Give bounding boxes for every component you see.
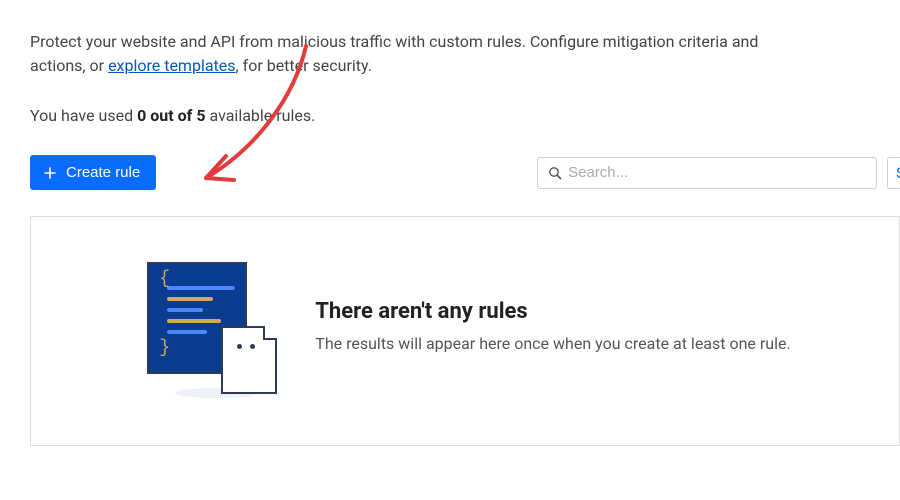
create-rule-button[interactable]: Create rule xyxy=(30,155,156,190)
empty-state-title: There aren't any rules xyxy=(315,299,790,324)
empty-state-text: There aren't any rules The results will … xyxy=(315,299,790,353)
usage-count: 0 out of 5 xyxy=(137,106,205,125)
usage-prefix: You have used xyxy=(30,106,137,125)
usage-suffix: available rules. xyxy=(206,106,316,125)
intro-text-after: , for better security. xyxy=(236,56,372,75)
create-rule-label: Create rule xyxy=(66,164,140,181)
side-button[interactable]: S xyxy=(887,157,900,189)
empty-state-illustration: { } xyxy=(139,256,279,396)
intro-paragraph: Protect your website and API from malici… xyxy=(30,30,810,78)
empty-state-subtitle: The results will appear here once when y… xyxy=(315,334,790,353)
right-controls: S xyxy=(537,157,900,189)
rules-usage-text: You have used 0 out of 5 available rules… xyxy=(30,106,900,125)
explore-templates-link[interactable]: explore templates xyxy=(108,56,235,75)
toolbar: Create rule S xyxy=(30,155,900,190)
side-button-letter: S xyxy=(896,164,900,182)
search-box[interactable] xyxy=(537,157,877,189)
rules-panel: { } There aren't any rules The results w… xyxy=(30,216,900,446)
document-icon xyxy=(221,326,277,394)
plus-icon xyxy=(44,167,56,179)
search-icon xyxy=(548,166,562,180)
search-input[interactable] xyxy=(568,164,866,181)
